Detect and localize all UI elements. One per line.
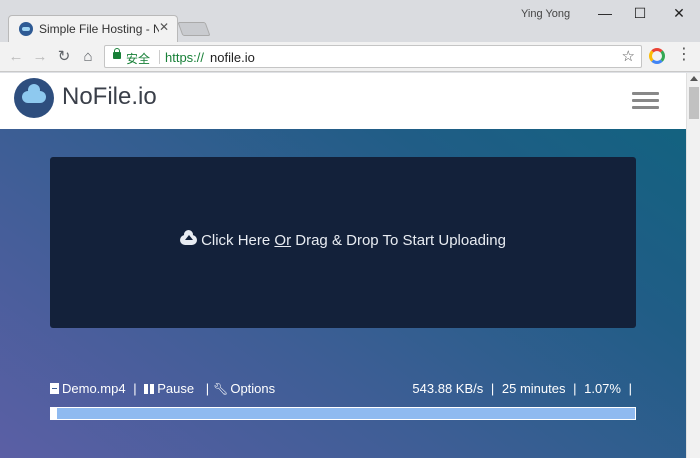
separator: | <box>205 381 210 396</box>
home-icon[interactable]: ⌂ <box>78 47 98 67</box>
reload-icon[interactable]: ↻ <box>54 47 74 67</box>
scroll-up-arrow-icon[interactable] <box>690 76 698 81</box>
wrench-icon: 🔧︎ <box>213 382 229 396</box>
upload-percent: 1.07% <box>584 381 621 396</box>
hero-section: Click Here Or Drag & Drop To Start Uploa… <box>0 129 686 458</box>
file-name: Demo.mp4 <box>62 381 126 396</box>
url-protocol: https:// <box>165 50 205 65</box>
browser-titlebar: Simple File Hosting - No ✕ Ying Yong — ☐… <box>0 0 700 42</box>
dropzone-text-or: Or <box>274 232 292 249</box>
hamburger-menu-icon[interactable] <box>632 92 659 110</box>
site-logo-text[interactable]: NoFile.io <box>62 83 157 111</box>
browser-menu-icon[interactable]: ⋮ <box>676 44 692 64</box>
minimize-button[interactable]: — <box>590 4 620 22</box>
separator: | <box>573 381 577 396</box>
profile-name[interactable]: Ying Yong <box>521 8 570 20</box>
browser-toolbar: ← → ↻ ⌂ 安全 https:// nofile.io ☆ <box>0 42 700 72</box>
dropzone-text-before: Click Here <box>201 232 275 249</box>
lock-icon <box>113 48 121 59</box>
cloud-upload-icon <box>180 230 198 245</box>
url-host: nofile.io <box>210 50 255 65</box>
cloud-icon <box>22 84 46 103</box>
cloud-favicon-icon <box>19 22 33 36</box>
vertical-scrollbar[interactable] <box>686 73 700 458</box>
page-content: NoFile.io Click Here Or Drag & Drop To S… <box>0 73 686 458</box>
options-button[interactable]: 🔧︎ Options <box>213 381 275 396</box>
separator: | <box>490 381 495 396</box>
maximize-button[interactable]: ☐ <box>625 4 655 22</box>
scrollbar-thumb[interactable] <box>689 87 699 119</box>
upload-speed: 543.88 KB/s <box>412 381 484 396</box>
upload-dropzone[interactable]: Click Here Or Drag & Drop To Start Uploa… <box>50 157 636 328</box>
new-tab-button[interactable] <box>177 22 211 36</box>
tab-close-icon[interactable]: ✕ <box>159 20 169 34</box>
upload-eta: 25 minutes <box>501 381 566 396</box>
upload-status-row: Demo.mp4 | Pause | 🔧︎ Options 543.88 KB/s … <box>50 381 636 399</box>
forward-arrow-icon[interactable]: → <box>30 47 50 67</box>
pause-icon <box>144 384 155 394</box>
file-icon <box>50 383 59 394</box>
separator: | <box>133 381 137 396</box>
pause-label: Pause <box>157 381 195 396</box>
address-bar[interactable]: 安全 https:// nofile.io ☆ <box>104 45 642 68</box>
nofile-logo-icon[interactable] <box>14 78 54 118</box>
omnibox-divider <box>159 50 160 64</box>
upload-progress-bar <box>50 407 636 420</box>
extension-icon[interactable] <box>649 48 665 64</box>
close-window-button[interactable]: ✕ <box>664 4 694 22</box>
pause-button[interactable]: Pause <box>144 381 194 396</box>
dropzone-text-after: Drag & Drop To Start Uploading <box>291 232 506 249</box>
options-label: Options <box>230 381 276 396</box>
dropzone-text: Click Here Or Drag & Drop To Start Uploa… <box>50 230 636 249</box>
upload-progress-fill <box>51 408 57 419</box>
site-header: NoFile.io <box>0 73 686 129</box>
back-arrow-icon[interactable]: ← <box>6 47 26 67</box>
tab-title: Simple File Hosting - No <box>39 22 159 36</box>
bookmark-star-icon[interactable]: ☆ <box>622 47 635 65</box>
browser-tab[interactable]: Simple File Hosting - No ✕ <box>8 15 178 42</box>
security-label: 安全 <box>126 52 151 66</box>
separator: | <box>628 381 632 396</box>
